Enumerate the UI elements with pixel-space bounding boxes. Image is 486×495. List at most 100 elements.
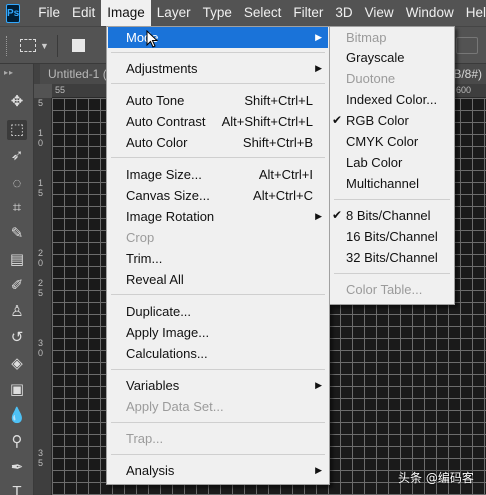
menu-item-label: Grayscale [346, 50, 405, 65]
menu-file[interactable]: File [32, 0, 66, 26]
ruler-label: 3 [38, 338, 44, 348]
history-brush-tool-icon[interactable]: ↺ [7, 328, 27, 348]
menu-separator [334, 273, 450, 274]
menu-item-grayscale[interactable]: Grayscale [331, 47, 453, 68]
menu-item-trim[interactable]: Trim... [108, 248, 328, 269]
dodge-tool-icon[interactable]: ⚲ [7, 432, 27, 452]
submenu-arrow-icon: ▶ [315, 211, 322, 221]
menu-item-adjustments[interactable]: Adjustments ▶ [108, 58, 328, 79]
menu-item-calculations[interactable]: Calculations... [108, 343, 328, 364]
menu-item-duotone: Duotone [331, 68, 453, 89]
watermark: 头条 @编码客 [398, 471, 474, 485]
select-and-mask-button[interactable] [456, 37, 478, 54]
menu-select[interactable]: Select [238, 0, 288, 26]
menu-item-apply-image[interactable]: Apply Image... [108, 322, 328, 343]
menu-item-label: Canvas Size... [126, 188, 210, 203]
menu-separator [111, 294, 325, 295]
menu-3d[interactable]: 3D [329, 0, 358, 26]
options-bar-grip [6, 36, 10, 56]
menu-item-lab-color[interactable]: Lab Color [331, 152, 453, 173]
ruler-label: 1 [38, 178, 44, 188]
menu-window[interactable]: Window [400, 0, 460, 26]
menu-bar: Ps File Edit Image Layer Type Select Fil… [0, 0, 486, 26]
ruler-label: 3 [38, 448, 44, 458]
menu-item-crop: Crop [108, 227, 328, 248]
ruler-label: 0 [38, 138, 44, 148]
mode-submenu: Bitmap Grayscale Duotone Indexed Color..… [329, 26, 455, 305]
crop-tool-icon[interactable]: ⌗ [7, 198, 27, 218]
ruler-label: 5 [38, 458, 44, 468]
menu-item-8-bits[interactable]: ✔ 8 Bits/Channel [331, 205, 453, 226]
menu-item-bitmap: Bitmap [331, 27, 453, 48]
menu-item-label: 32 Bits/Channel [346, 250, 438, 265]
menu-filter[interactable]: Filter [287, 0, 329, 26]
menu-item-variables[interactable]: Variables ▶ [108, 375, 328, 396]
chevron-down-icon[interactable]: ▼ [40, 41, 49, 51]
menu-item-label: Color Table... [346, 282, 423, 297]
gradient-tool-icon[interactable]: ▣ [7, 380, 27, 400]
menu-item-label: Auto Tone [126, 93, 185, 108]
menu-item-label: CMYK Color [346, 134, 419, 149]
menu-item-auto-color[interactable]: Auto Color Shift+Ctrl+B [108, 132, 328, 153]
move-tool-icon[interactable]: ✥ [7, 92, 27, 112]
menu-item-image-size[interactable]: Image Size... Alt+Ctrl+I [108, 164, 328, 185]
menu-item-mode[interactable]: Mode ▶ [108, 27, 328, 48]
menu-item-label: RGB Color [346, 113, 409, 128]
menu-item-duplicate[interactable]: Duplicate... [108, 301, 328, 322]
quick-selection-tool-icon[interactable]: ◌ [7, 174, 27, 194]
marquee-tool-icon[interactable]: ⬚ [7, 120, 27, 140]
menu-item-label: Apply Data Set... [126, 399, 224, 414]
ruler-label: 5 [38, 98, 44, 108]
divider [57, 35, 58, 57]
menu-type[interactable]: Type [197, 0, 238, 26]
menu-item-label: Calculations... [126, 346, 208, 361]
blur-tool-icon[interactable]: 💧 [7, 406, 27, 426]
menu-image[interactable]: Image [101, 0, 151, 26]
menu-edit[interactable]: Edit [66, 0, 101, 26]
menu-item-label: Analysis [126, 463, 175, 478]
rectangular-marquee-icon[interactable] [20, 39, 36, 52]
menu-item-multichannel[interactable]: Multichannel [331, 173, 453, 194]
menu-item-label: Duplicate... [126, 304, 192, 319]
tools-panel: ▸▸ ✥ ⬚ ➶ ◌ ⌗ ✎ ▤ ✐ ♙ ↺ ◈ ▣ 💧 ⚲ ✒ T [0, 64, 34, 495]
menu-item-label: 8 Bits/Channel [346, 208, 431, 223]
checkmark-icon: ✔ [332, 113, 343, 127]
menu-item-canvas-size[interactable]: Canvas Size... Alt+Ctrl+C [108, 185, 328, 206]
panel-collapse-icon[interactable]: ▸▸ [4, 68, 14, 77]
menu-item-cmyk-color[interactable]: CMYK Color [331, 131, 453, 152]
menu-item-rgb-color[interactable]: ✔ RGB Color [331, 110, 453, 131]
menu-item-auto-tone[interactable]: Auto Tone Shift+Ctrl+L [108, 90, 328, 111]
pen-tool-icon[interactable]: ✒ [7, 458, 27, 478]
eraser-tool-icon[interactable]: ◈ [7, 354, 27, 374]
menu-help[interactable]: Help [460, 0, 486, 26]
document-tab[interactable]: Untitled-1 ( [40, 64, 115, 84]
lasso-tool-icon[interactable]: ➶ [7, 146, 27, 166]
menu-item-indexed-color[interactable]: Indexed Color... [331, 89, 453, 110]
menu-item-label: Lab Color [346, 155, 403, 170]
type-tool-icon[interactable]: T [7, 482, 27, 495]
menu-item-reveal-all[interactable]: Reveal All [108, 269, 328, 290]
menu-item-32-bits[interactable]: 32 Bits/Channel [331, 247, 453, 268]
new-selection-icon[interactable] [72, 39, 85, 52]
menu-separator [111, 454, 325, 455]
menu-separator [111, 369, 325, 370]
clone-stamp-tool-icon[interactable]: ♙ [7, 302, 27, 322]
ruler-label: 5 [38, 188, 44, 198]
menu-item-label: Trap... [126, 431, 164, 446]
menu-view[interactable]: View [359, 0, 400, 26]
ruler-label: 2 [38, 278, 44, 288]
ruler-label: 0 [38, 348, 44, 358]
menu-item-auto-contrast[interactable]: Auto Contrast Alt+Shift+Ctrl+L [108, 111, 328, 132]
shortcut-label: Shift+Ctrl+B [242, 135, 313, 150]
menu-layer[interactable]: Layer [151, 0, 197, 26]
submenu-arrow-icon: ▶ [315, 380, 322, 390]
menu-item-analysis[interactable]: Analysis ▶ [108, 460, 328, 481]
healing-brush-tool-icon[interactable]: ▤ [7, 250, 27, 270]
eyedropper-tool-icon[interactable]: ✎ [7, 224, 27, 244]
brush-tool-icon[interactable]: ✐ [7, 276, 27, 296]
submenu-arrow-icon: ▶ [315, 465, 322, 475]
menu-item-16-bits[interactable]: 16 Bits/Channel [331, 226, 453, 247]
vertical-ruler: 5 1 0 1 5 2 0 2 5 3 0 3 5 [34, 98, 52, 495]
menu-separator [111, 422, 325, 423]
menu-item-image-rotation[interactable]: Image Rotation ▶ [108, 206, 328, 227]
